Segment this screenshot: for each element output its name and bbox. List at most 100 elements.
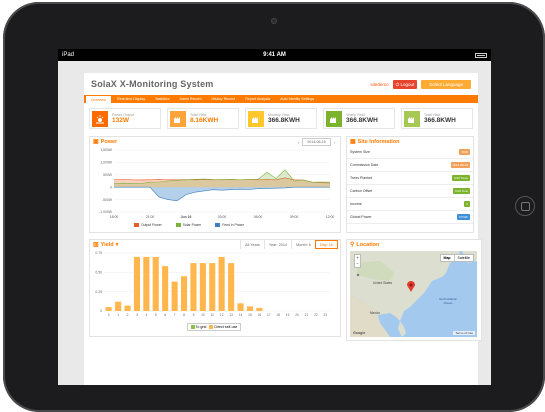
y-tick-label: -500W (102, 198, 113, 202)
map-label-us: United States (373, 281, 393, 285)
yield-bar (115, 301, 122, 311)
legend-swatch (134, 223, 139, 228)
y-tick-label: 1,000W (100, 161, 112, 165)
tab-all-years[interactable]: All Years (240, 240, 264, 249)
site-info-row: Global Power 0 KWh (347, 211, 473, 224)
yield-bar (228, 263, 235, 311)
site-info-label: Commission Date (350, 163, 379, 167)
x-tick-label: 11 (211, 313, 215, 317)
map-view[interactable]: + − Map Satellite United States Mexico No… (350, 251, 477, 337)
site-info-list: System Size 3KW Commission Date 2014-06-15 T… (347, 146, 473, 224)
x-tick-label: 19 (286, 313, 290, 317)
x-tick-label: 12:00 (326, 215, 335, 219)
tab-report-analysis[interactable]: Report Analysis (240, 95, 275, 103)
user-name[interactable]: sitedemo (370, 82, 388, 87)
card-power-output: Power Output 132W (89, 108, 161, 129)
yield-bar (181, 276, 188, 311)
yield-legend: To grid Direct self-use (90, 323, 338, 332)
site-info-row: Commission Date 2014-06-15 (347, 159, 473, 172)
x-tick-label: 12 (220, 313, 224, 317)
power-panel: ▣ Power ‹ 2014-06-16 › 1,500W 1,000W 500W 0 -… (89, 136, 341, 233)
x-tick-label: 18:00 (110, 215, 119, 219)
site-info-badge: 0.00 Tons (453, 188, 470, 194)
map-label-mexico: Mexico (370, 311, 381, 315)
legend-label: Output Power (141, 223, 162, 227)
y-tick-label: 0.50 (95, 271, 102, 275)
summary-cards: Power Output 132W Total Yield 8.16KWH Mont… (84, 103, 478, 129)
yield-bar (209, 263, 216, 311)
yield-bar (199, 263, 206, 311)
y-tick-label: 0.75 (95, 251, 102, 255)
tab-overview[interactable]: Overview (85, 95, 112, 103)
x-tick-label: 23 (324, 313, 328, 317)
y-tick-label: 0 (110, 185, 112, 189)
x-tick-label: 21 (305, 313, 309, 317)
legend-label: Feed in Power (222, 223, 245, 227)
map-marker-icon[interactable] (407, 281, 415, 292)
factory-icon (248, 110, 264, 127)
logout-button[interactable]: ⏻ Logout (392, 79, 418, 89)
legend-label: To grid (195, 325, 207, 329)
site-info-badge: 0 KWh (456, 214, 470, 220)
yield-bar (152, 256, 159, 311)
web-page: SolaX X-Monitoring System sitedemo ⏻ Log… (84, 73, 482, 385)
next-date-button[interactable]: › (334, 140, 335, 145)
card-yearly-yield: Yearly Yield 366.8KWH (323, 108, 395, 129)
site-info-badge: 3KW (459, 149, 470, 155)
legend-item: Output Power (134, 223, 162, 228)
chevron-down-icon[interactable]: ▾ (116, 242, 119, 248)
yield-bar (218, 256, 225, 311)
location-pin-icon: ⚲ (350, 242, 355, 248)
tab-alarm-record[interactable]: Alarm Record (175, 95, 207, 103)
building-icon: ▦ (350, 139, 356, 145)
site-info-label: System Size (350, 150, 370, 154)
legend-label: Direct self-use (214, 325, 238, 329)
tab-year[interactable]: Year: 2014 (263, 240, 291, 249)
zoom-control[interactable]: + − (354, 254, 361, 268)
series-area-feed-in-power (114, 187, 330, 201)
map-type-control: Map Satellite (439, 254, 474, 262)
x-tick-label: 15 (248, 313, 252, 317)
location-title: Location (356, 241, 380, 248)
x-tick-label: 14 (239, 313, 243, 317)
site-info-badge: 0 (464, 201, 470, 207)
tab-statistics[interactable]: Statistics (150, 95, 174, 103)
header: SolaX X-Monitoring System sitedemo ⏻ Log… (84, 73, 478, 95)
tab-identity-settings[interactable]: Auto Identity Settings (275, 95, 319, 103)
site-info-row: System Size 3KW (347, 146, 473, 159)
prev-date-button[interactable]: ‹ (298, 140, 299, 145)
card-monthly-yield: Monthly Yield 366.8KWH (245, 108, 317, 129)
legend-swatch (175, 223, 181, 228)
map-label-ocean: North Atlantic Ocean (439, 297, 457, 305)
tab-history-record[interactable]: History Record (207, 95, 241, 103)
map-logo: Google (353, 331, 366, 335)
map-terms-link[interactable]: Terms of Use (453, 331, 475, 335)
legend-item: Direct self-use (209, 325, 238, 330)
date-input[interactable]: 2014-06-16 (302, 138, 331, 146)
legend-swatch (209, 325, 214, 330)
site-info-label: Trees Planted (350, 176, 373, 180)
satellite-button[interactable]: Satellite (453, 255, 473, 261)
factory-icon (326, 110, 342, 127)
card-value: 366.8KWH (424, 117, 456, 124)
card-value: 366.8KWH (268, 117, 300, 124)
yield-title: Yield (100, 241, 114, 248)
card-all-yield: Total Yield 366.8KWH (401, 108, 473, 129)
camera (271, 18, 277, 24)
language-select[interactable]: Select Language (421, 79, 471, 89)
legend-swatch (215, 223, 221, 228)
yield-bar (162, 266, 169, 311)
yield-bar (133, 256, 140, 311)
x-tick-label: 2 (127, 313, 129, 317)
main-nav: Overview Real-time Display Statistics Al… (84, 95, 478, 103)
x-tick-label: Jun 16 (181, 215, 192, 219)
yield-panel: ▥ Yield ▾ All Years Year: 2014 Month: 6 Da… (89, 239, 341, 337)
map-button[interactable]: Map (441, 255, 454, 261)
yield-bar (171, 281, 178, 311)
tab-realtime[interactable]: Real-time Display (112, 95, 150, 103)
tab-day[interactable]: Day: 16 (314, 240, 338, 249)
tab-month[interactable]: Month: 6 (291, 240, 315, 249)
home-button[interactable] (515, 196, 535, 216)
power-legend: Output Power Solar Power Feed in Power (134, 223, 245, 228)
power-title: Power (100, 138, 118, 145)
